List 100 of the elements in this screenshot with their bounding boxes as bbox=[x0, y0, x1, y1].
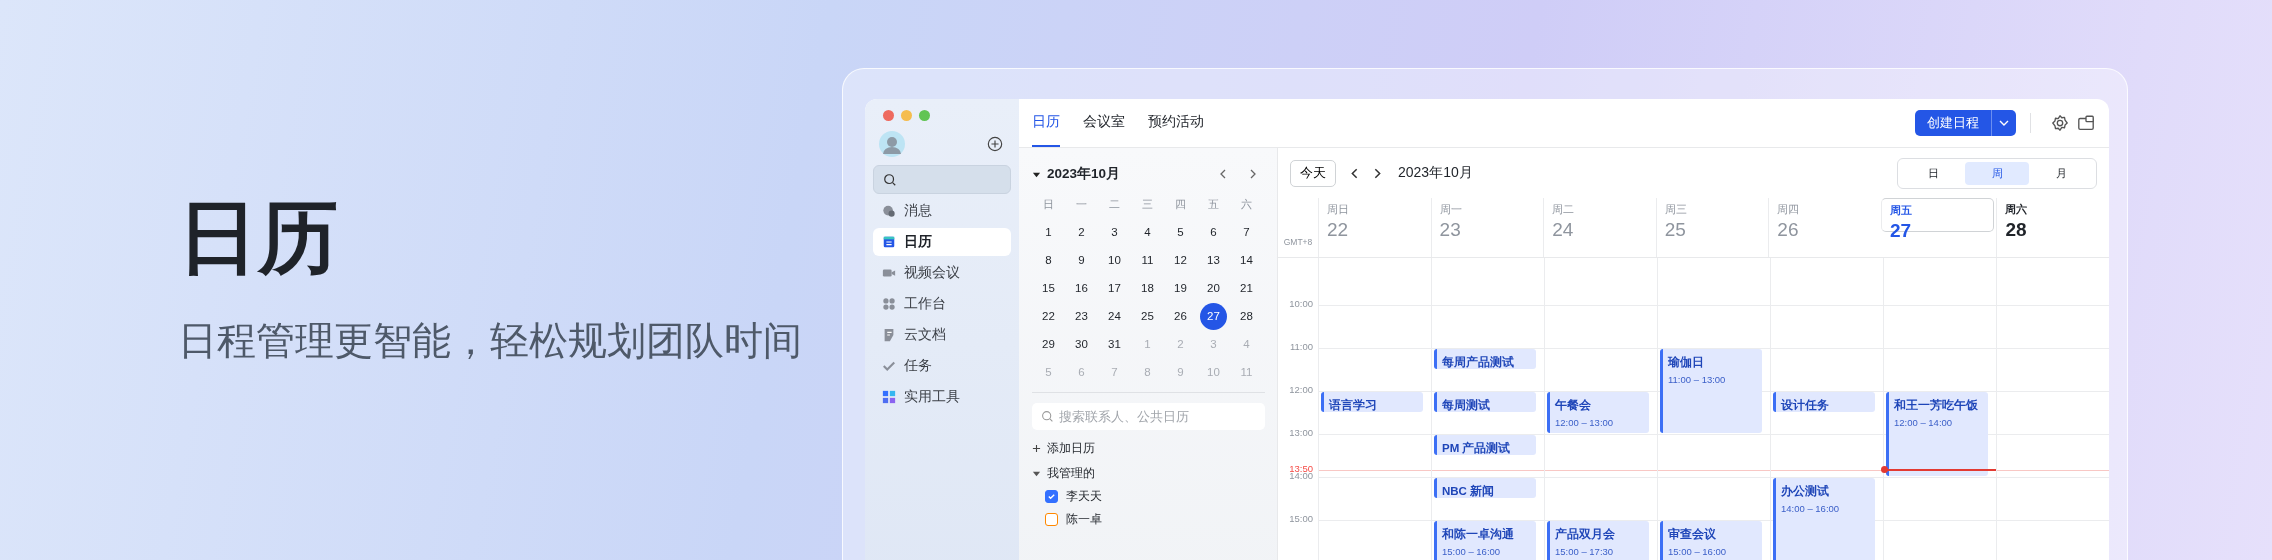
event-title: NBC 新闻 bbox=[1442, 484, 1496, 498]
calendar-day[interactable]: 29 bbox=[1036, 332, 1061, 356]
calendar-day[interactable]: 15 bbox=[1036, 276, 1061, 300]
calendar-day[interactable]: 21 bbox=[1234, 276, 1259, 300]
date-label: 24 bbox=[1552, 219, 1575, 241]
dropdown-button[interactable] bbox=[1991, 110, 2016, 136]
event-title: 审查会议 bbox=[1668, 527, 1717, 542]
hour-label: 13:00 bbox=[1289, 427, 1313, 438]
calendar-day[interactable]: 1 bbox=[1036, 220, 1061, 244]
calendar-day[interactable]: 11 bbox=[1135, 248, 1160, 272]
weekday-label: 周日 bbox=[1327, 203, 1350, 217]
contact-search-field[interactable]: 搜索联系人、公共日历 bbox=[1032, 403, 1265, 430]
calendar-day[interactable]: 4 bbox=[1135, 220, 1160, 244]
event-title: 语言学习 bbox=[1329, 398, 1378, 412]
add-calendar-link[interactable]: 添加日历 bbox=[1032, 441, 1265, 455]
tab[interactable]: 会议室 bbox=[1083, 99, 1125, 147]
calendar-day[interactable]: 9 bbox=[1069, 248, 1094, 272]
view-option[interactable]: 周 bbox=[1965, 161, 2029, 185]
sidebar-item[interactable]: 视频会议 bbox=[873, 259, 1011, 287]
sidebar-item[interactable]: 云文档 bbox=[873, 321, 1011, 349]
calendar-day[interactable]: 20 bbox=[1201, 276, 1226, 300]
sidebar-item[interactable]: 消息 bbox=[873, 197, 1011, 225]
zoom-dot[interactable] bbox=[919, 110, 930, 121]
weekday-label: 周一 bbox=[1439, 203, 1463, 217]
calendar-day[interactable]: 19 bbox=[1168, 276, 1193, 300]
calendar-day[interactable]: 6 bbox=[1201, 220, 1226, 244]
calendar-day[interactable]: 16 bbox=[1069, 276, 1094, 300]
group-header[interactable]: 我管理的 bbox=[1032, 466, 1265, 480]
event-card[interactable]: 午餐会 12:00 – 13:00 bbox=[1547, 392, 1649, 433]
calendar-day[interactable]: 30 bbox=[1069, 332, 1094, 356]
event-card[interactable]: 语言学习 bbox=[1321, 392, 1423, 412]
calendar-day[interactable]: 23 bbox=[1069, 304, 1094, 328]
calendar-day[interactable]: 26 bbox=[1168, 304, 1193, 328]
calendar-name: 陈一卓 bbox=[1066, 510, 1102, 528]
weekday-label: 周四 bbox=[1777, 203, 1801, 217]
weekday-label: 一 bbox=[1076, 196, 1087, 212]
chat-icon bbox=[882, 204, 896, 218]
event-time: 15:00 – 16:00 bbox=[1442, 546, 1502, 557]
event-time: 15:00 – 17:30 bbox=[1555, 546, 1615, 557]
event-card[interactable]: 每周测试 bbox=[1434, 392, 1536, 412]
event-card[interactable]: 每周产品测试 bbox=[1434, 349, 1536, 369]
date-label: 27 bbox=[1889, 220, 1913, 242]
event-title: 设计任务 bbox=[1781, 398, 1830, 412]
event-card[interactable]: 和王一芳吃午饭 12:00 – 14:00 bbox=[1886, 392, 1988, 476]
minimize-dot[interactable] bbox=[901, 110, 912, 121]
create-event-button[interactable]: 创建日程 bbox=[1915, 110, 1991, 136]
window-icon[interactable] bbox=[2077, 114, 2095, 132]
calendar-day[interactable]: 17 bbox=[1102, 276, 1127, 300]
view-option[interactable]: 月 bbox=[2029, 161, 2093, 185]
event-card[interactable]: PM 产品测试 bbox=[1434, 435, 1536, 455]
calendar-day[interactable]: 25 bbox=[1135, 304, 1160, 328]
month-label: 2023年10月 bbox=[1047, 165, 1121, 183]
checkbox[interactable] bbox=[1045, 512, 1058, 526]
hour-label: 10:00 bbox=[1289, 298, 1313, 309]
settings-icon[interactable] bbox=[2051, 114, 2069, 132]
calendar-day[interactable]: 7 bbox=[1234, 220, 1259, 244]
event-card[interactable]: 产品双月会 15:00 – 17:30 bbox=[1547, 521, 1649, 560]
event-card[interactable]: NBC 新闻 bbox=[1434, 478, 1536, 498]
close-dot[interactable] bbox=[883, 110, 894, 121]
event-card[interactable]: 设计任务 bbox=[1773, 392, 1875, 412]
calendar-day[interactable]: 24 bbox=[1102, 304, 1127, 328]
calendar-day[interactable]: 3 bbox=[1102, 220, 1127, 244]
event-time: 11:00 – 13:00 bbox=[1668, 374, 1727, 385]
plus-icon bbox=[1032, 443, 1041, 453]
date-label: 25 bbox=[1664, 219, 1687, 241]
view-option[interactable]: 日 bbox=[1901, 161, 1965, 185]
checkbox[interactable] bbox=[1045, 489, 1058, 503]
hour-label: 12:00 bbox=[1289, 384, 1313, 395]
calendar-day[interactable]: 12 bbox=[1168, 248, 1193, 272]
calendar-day[interactable]: 2 bbox=[1069, 220, 1094, 244]
event-card[interactable]: 审查会议 15:00 – 16:00 bbox=[1660, 521, 1762, 560]
grid-icon bbox=[882, 297, 896, 311]
event-card[interactable]: 办公测试 14:00 – 16:00 bbox=[1773, 478, 1875, 560]
event-title: 每周产品测试 bbox=[1442, 355, 1515, 369]
weekday-label: 周三 bbox=[1664, 203, 1688, 217]
sidebar-item[interactable]: 实用工具 bbox=[873, 383, 1011, 411]
event-title: 和王一芳吃午饭 bbox=[1894, 398, 1979, 413]
current-time-label: 13:50 bbox=[1289, 462, 1313, 474]
calendar-day[interactable]: 18 bbox=[1135, 276, 1160, 300]
calendar-day[interactable]: 31 bbox=[1102, 332, 1127, 356]
calendar-day[interactable]: 5 bbox=[1168, 220, 1193, 244]
calendar-day[interactable]: 28 bbox=[1234, 304, 1259, 328]
today-button[interactable]: 今天 bbox=[1290, 159, 1336, 187]
search-field[interactable] bbox=[873, 165, 1011, 194]
weekday-label: 周六 bbox=[2005, 203, 2029, 217]
sidebar-item[interactable]: 任务 bbox=[873, 352, 1011, 380]
sidebar-item[interactable]: 工作台 bbox=[873, 290, 1011, 318]
calendar-day[interactable]: 22 bbox=[1036, 304, 1061, 328]
calendar-day[interactable]: 13 bbox=[1201, 248, 1226, 272]
calendar-day[interactable]: 14 bbox=[1234, 248, 1259, 272]
search-icon bbox=[1041, 410, 1054, 423]
event-card[interactable]: 瑜伽日 11:00 – 13:00 bbox=[1660, 349, 1762, 433]
calendar-day[interactable]: 10 bbox=[1102, 248, 1127, 272]
add-icon[interactable] bbox=[987, 136, 1003, 152]
search-icon bbox=[883, 172, 897, 187]
calendar-day[interactable]: 27 bbox=[1200, 302, 1227, 330]
tab[interactable]: 预约活动 bbox=[1148, 99, 1204, 147]
sidebar-item[interactable]: 日历 bbox=[873, 228, 1011, 256]
event-card[interactable]: 和陈一卓沟通 15:00 – 16:00 bbox=[1434, 521, 1536, 560]
calendar-day[interactable]: 8 bbox=[1036, 248, 1061, 272]
